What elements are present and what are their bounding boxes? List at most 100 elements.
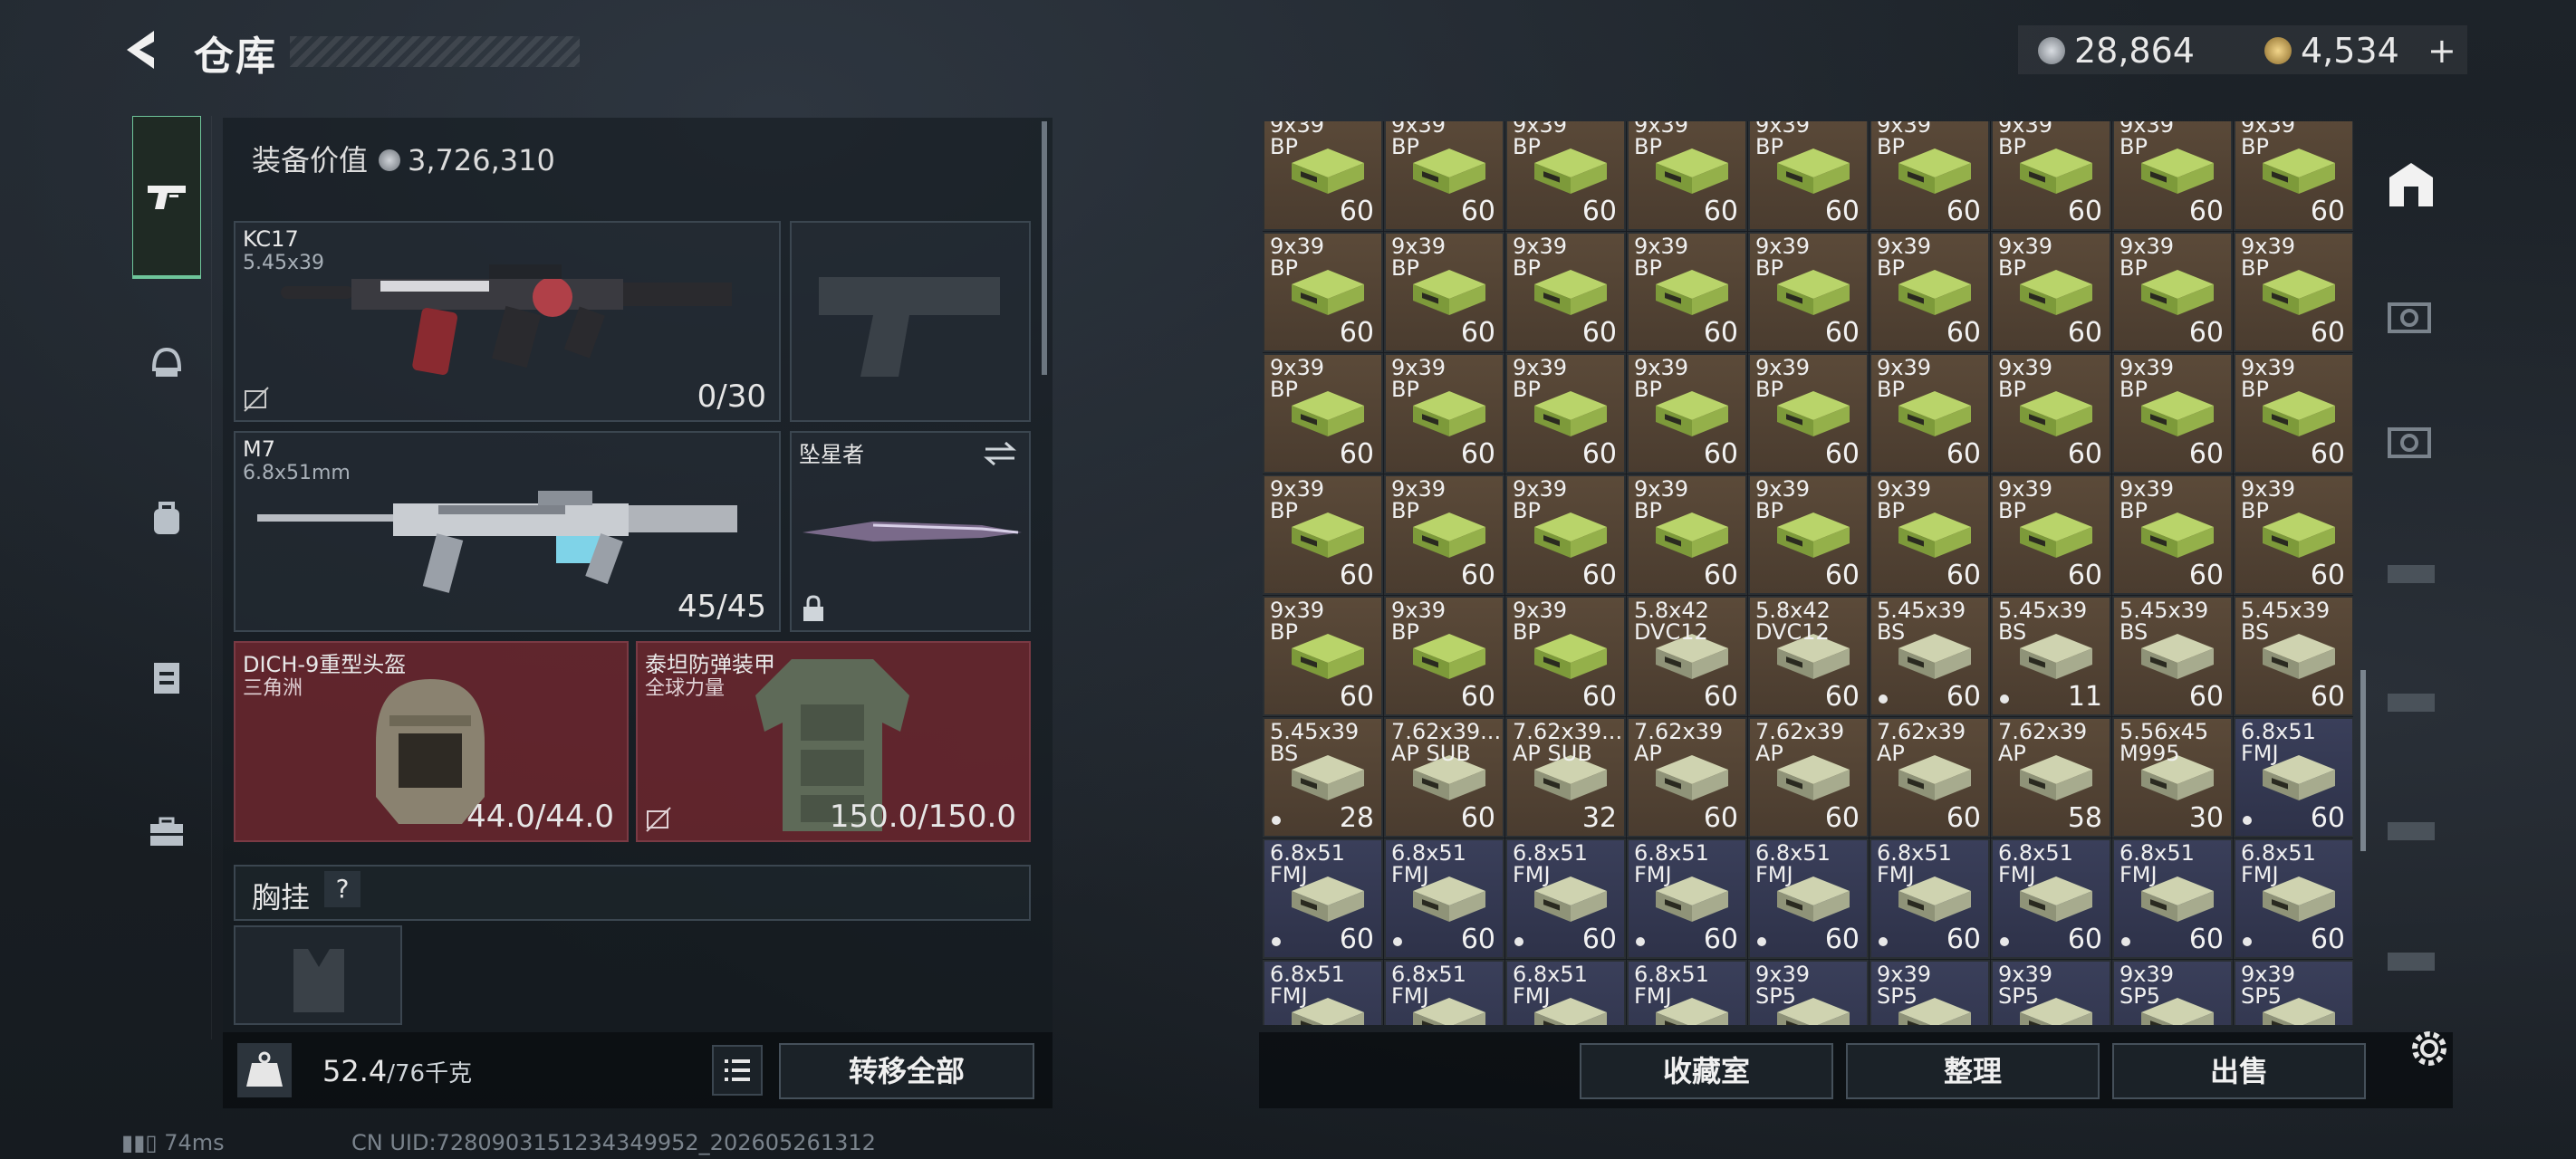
inventory-item[interactable]: 9x39 SP5 <box>2112 960 2233 1025</box>
inventory-item[interactable]: 9x39 BP 60 <box>1384 353 1504 474</box>
tab-weapons[interactable] <box>132 116 201 279</box>
inventory-item[interactable]: 6.8x51 FMJ 60 <box>1505 838 1626 959</box>
inventory-item[interactable]: 6.8x51 FMJ 60 <box>1748 838 1869 959</box>
inventory-item[interactable]: 9x39 BP 60 <box>1263 353 1383 474</box>
sell-button[interactable]: 出售 <box>2112 1043 2366 1099</box>
inventory-item[interactable]: 9x39 SP5 <box>1748 960 1869 1025</box>
inventory-item[interactable]: 5.45x39 BS 60 <box>2234 596 2353 716</box>
inventory-item[interactable]: 9x39 BP 60 <box>1505 596 1626 716</box>
storage-tab-iii-icon[interactable] <box>2382 541 2440 599</box>
storage-tab-iv-icon[interactable] <box>2382 411 2440 469</box>
list-view-button[interactable] <box>712 1045 763 1096</box>
inventory-item[interactable]: 9x39 BP 60 <box>1263 596 1383 716</box>
gear-icon[interactable] <box>2404 1023 2455 1074</box>
inventory-item[interactable]: 9x39 BP 60 <box>1870 232 1990 352</box>
chest-rig-slot[interactable] <box>234 925 402 1025</box>
transfer-all-button[interactable]: 转移全部 <box>779 1043 1034 1099</box>
inventory-item[interactable]: 9x39 BP 60 <box>1991 353 2111 474</box>
inventory-item[interactable]: 7.62x39... AP SUB 60 <box>1384 717 1504 838</box>
inventory-item[interactable]: 9x39 BP 60 <box>2234 232 2353 352</box>
inventory-item[interactable]: 6.8x51 FMJ 60 <box>1384 838 1504 959</box>
inventory-item[interactable]: 9x39 BP 60 <box>1748 353 1869 474</box>
inventory-item[interactable]: 9x39 BP 60 <box>2234 353 2353 474</box>
inventory-item[interactable]: 9x39 BP 60 <box>1627 232 1747 352</box>
inventory-item[interactable]: 7.62x39 AP 58 <box>1991 717 2111 838</box>
tab-backpack[interactable] <box>132 484 201 552</box>
inventory-item[interactable]: 9x39 BP 60 <box>2112 232 2233 352</box>
inventory-item[interactable]: 9x39 BP 60 <box>1384 121 1504 231</box>
melee-slot[interactable]: 坠星者 <box>790 431 1031 632</box>
inventory-item[interactable]: 5.45x39 BS 11 <box>1991 596 2111 716</box>
inventory-item[interactable]: 5.45x39 BS 60 <box>1870 596 1990 716</box>
inventory-item[interactable]: 9x39 BP 60 <box>1384 232 1504 352</box>
tab-vest[interactable] <box>132 643 201 712</box>
storage-tab-iii-c-icon[interactable] <box>2382 799 2440 857</box>
inventory-item[interactable]: 9x39 BP 60 <box>1263 474 1383 595</box>
inventory-item[interactable]: 6.8x51 FMJ 60 <box>2112 838 2233 959</box>
inventory-item[interactable]: 9x39 BP 60 <box>2112 353 2233 474</box>
armor-slot[interactable]: 泰坦防弹装甲 全球力量 150.0/150.0 <box>636 641 1031 842</box>
inventory-item[interactable]: 9x39 SP5 <box>1870 960 1990 1025</box>
inventory-item[interactable]: 9x39 SP5 <box>2234 960 2353 1025</box>
inventory-item[interactable]: 9x39 BP 60 <box>1748 121 1869 231</box>
inventory-item[interactable]: 5.8x42 DVC12 60 <box>1748 596 1869 716</box>
swap-icon[interactable] <box>982 440 1018 467</box>
inventory-item[interactable]: 9x39 BP 60 <box>1870 353 1990 474</box>
inventory-item[interactable]: 9x39 BP 60 <box>1748 232 1869 352</box>
collection-room-button[interactable]: 收藏室 <box>1580 1043 1833 1099</box>
pistol-slot[interactable] <box>790 221 1031 422</box>
inventory-item[interactable]: 6.8x51 FMJ <box>1505 960 1626 1025</box>
inventory-item[interactable]: 9x39 BP 60 <box>1263 121 1383 231</box>
helmet-slot[interactable]: DICH-9重型头盔 三角洲 44.0/44.0 <box>234 641 629 842</box>
inventory-item[interactable]: 9x39 BP 60 <box>1627 353 1747 474</box>
inventory-item[interactable]: 9x39 BP 60 <box>1505 474 1626 595</box>
inventory-item[interactable]: 9x39 SP5 <box>1991 960 2111 1025</box>
inventory-item[interactable]: 7.62x39... AP SUB 32 <box>1505 717 1626 838</box>
inventory-item[interactable]: 9x39 BP 60 <box>1870 121 1990 231</box>
inventory-item[interactable]: 7.62x39 AP 60 <box>1627 717 1747 838</box>
inventory-item[interactable]: 5.45x39 BS 60 <box>2112 596 2233 716</box>
inventory-item[interactable]: 9x39 BP 60 <box>1748 474 1869 595</box>
storage-tab-iii-b-icon[interactable] <box>2382 670 2440 728</box>
inventory-item[interactable]: 9x39 BP 60 <box>2112 121 2233 231</box>
inventory-item[interactable]: 6.8x51 FMJ <box>1384 960 1504 1025</box>
tab-helmet[interactable] <box>132 328 201 397</box>
inventory-item[interactable]: 9x39 BP 60 <box>1384 596 1504 716</box>
inventory-item[interactable]: 9x39 BP 60 <box>1384 474 1504 595</box>
inventory-item[interactable]: 5.56x45 M995 30 <box>2112 717 2233 838</box>
inventory-item[interactable]: 6.8x51 FMJ 60 <box>1263 838 1383 959</box>
inventory-item[interactable]: 9x39 BP 60 <box>1505 121 1626 231</box>
chest-help-button[interactable]: ? <box>324 871 360 907</box>
inventory-item[interactable]: 6.8x51 FMJ 60 <box>1870 838 1990 959</box>
secondary-weapon-slot[interactable]: M7 6.8x51mm 45/45 <box>234 431 781 632</box>
inventory-item[interactable]: 6.8x51 FMJ <box>1263 960 1383 1025</box>
inventory-item[interactable]: 6.8x51 FMJ 60 <box>2234 838 2353 959</box>
inventory-item[interactable]: 9x39 BP 60 <box>1991 232 2111 352</box>
inventory-item[interactable]: 7.62x39 AP 60 <box>1748 717 1869 838</box>
primary-weapon-slot[interactable]: KC17 5.45x39 0/30 <box>234 221 781 422</box>
inventory-item[interactable]: 9x39 BP 60 <box>1627 121 1747 231</box>
tab-case[interactable] <box>132 797 201 866</box>
inventory-item[interactable]: 9x39 BP 60 <box>1627 474 1747 595</box>
storage-icon[interactable] <box>2382 156 2440 214</box>
inventory-item[interactable]: 9x39 BP 60 <box>1991 121 2111 231</box>
inventory-item[interactable]: 9x39 BP 60 <box>1505 232 1626 352</box>
inventory-item[interactable]: 9x39 BP 60 <box>1870 474 1990 595</box>
inventory-item[interactable]: 9x39 BP 60 <box>1263 232 1383 352</box>
inventory-item[interactable]: 9x39 BP 60 <box>1991 474 2111 595</box>
inventory-item[interactable]: 6.8x51 FMJ <box>1627 960 1747 1025</box>
inventory-item[interactable]: 7.62x39 AP 60 <box>1870 717 1990 838</box>
equipment-scrollbar[interactable] <box>1042 121 1047 375</box>
inventory-item[interactable]: 9x39 BP 60 <box>2234 121 2353 231</box>
sort-button[interactable]: 整理 <box>1846 1043 2100 1099</box>
inventory-item[interactable]: 6.8x51 FMJ 60 <box>1627 838 1747 959</box>
inventory-item[interactable]: 6.8x51 FMJ 60 <box>1991 838 2111 959</box>
storage-tab-v-icon[interactable] <box>2382 286 2440 344</box>
inventory-item[interactable]: 9x39 BP 60 <box>2234 474 2353 595</box>
add-currency-button[interactable]: + <box>2427 31 2456 71</box>
inventory-item[interactable]: 5.45x39 BS 28 <box>1263 717 1383 838</box>
storage-tab-iv-b-icon[interactable] <box>2382 929 2440 987</box>
back-button[interactable] <box>118 25 167 74</box>
inventory-item[interactable]: 6.8x51 FMJ 60 <box>2234 717 2353 838</box>
inventory-item[interactable]: 5.8x42 DVC12 60 <box>1627 596 1747 716</box>
